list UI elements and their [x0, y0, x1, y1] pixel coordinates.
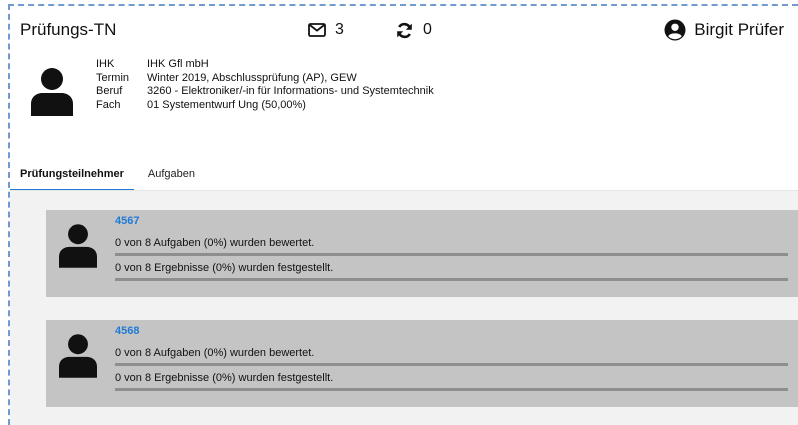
- results-progress-text: 0 von 8 Ergebnisse (0%) wurden festgeste…: [115, 372, 334, 384]
- exam-info-value: Winter 2019, Abschlussprüfung (AP), GEW: [147, 71, 357, 84]
- exam-info-value: IHK Gfl mbH: [147, 58, 209, 70]
- exam-info-label: Termin: [96, 71, 130, 84]
- participant-id-link[interactable]: 4567: [115, 215, 139, 227]
- sync-icon: [396, 22, 413, 39]
- sync-count: 0: [423, 21, 432, 38]
- tasks-progress-text: 0 von 8 Aufgaben (0%) wurden bewertet.: [115, 347, 315, 359]
- person-icon: [59, 334, 97, 383]
- exam-info-value: 01 Systementwurf Ung (50,00%): [147, 98, 306, 111]
- results-progress-bar: [115, 278, 788, 281]
- exam-info-row-beruf: Beruf 3260 - Elektroniker/-in für Inform…: [96, 85, 434, 99]
- tab-pruefungsteilnehmer[interactable]: Prüfungsteilnehmer: [10, 158, 134, 191]
- user-name: Birgit Prüfer: [694, 20, 784, 39]
- frame-border-top: [8, 4, 798, 6]
- mail-count: 3: [335, 21, 344, 38]
- participant-list: 4567 0 von 8 Aufgaben (0%) wurden bewert…: [10, 191, 798, 425]
- person-icon: [31, 68, 73, 121]
- tasks-progress-bar: [115, 363, 788, 366]
- tab-bar: Prüfungsteilnehmer Aufgaben: [10, 158, 205, 191]
- participant-id-link[interactable]: 4568: [115, 325, 139, 337]
- user-circle-icon: [664, 19, 686, 41]
- messages-button[interactable]: 3: [308, 21, 344, 39]
- results-progress-bar: [115, 388, 788, 391]
- exam-info-value: 3260 - Elektroniker/-in für Informations…: [147, 85, 434, 97]
- user-menu[interactable]: Birgit Prüfer: [664, 19, 784, 41]
- mail-icon: [308, 23, 326, 37]
- tasks-progress-text: 0 von 8 Aufgaben (0%) wurden bewertet.: [115, 237, 315, 249]
- exam-info-row-fach: Fach 01 Systementwurf Ung (50,00%): [96, 99, 434, 113]
- exam-info-label: IHK: [96, 58, 115, 70]
- exam-info-row-ihk: IHK IHK Gfl mbH: [96, 58, 434, 72]
- exam-info-label: Fach: [96, 98, 121, 111]
- page-title: Prüfungs-TN: [20, 20, 117, 39]
- person-icon: [59, 224, 97, 273]
- exam-info-label: Beruf: [96, 85, 123, 97]
- participant-card[interactable]: 4568 0 von 8 Aufgaben (0%) wurden bewert…: [46, 320, 798, 407]
- exam-info: IHK IHK Gfl mbH Termin Winter 2019, Absc…: [96, 58, 434, 112]
- sync-button[interactable]: 0: [396, 21, 432, 39]
- tab-aufgaben[interactable]: Aufgaben: [134, 158, 205, 191]
- exam-info-row-termin: Termin Winter 2019, Abschlussprüfung (AP…: [96, 72, 434, 86]
- results-progress-text: 0 von 8 Ergebnisse (0%) wurden festgeste…: [115, 262, 334, 274]
- tasks-progress-bar: [115, 253, 788, 256]
- participant-card[interactable]: 4567 0 von 8 Aufgaben (0%) wurden bewert…: [46, 210, 798, 297]
